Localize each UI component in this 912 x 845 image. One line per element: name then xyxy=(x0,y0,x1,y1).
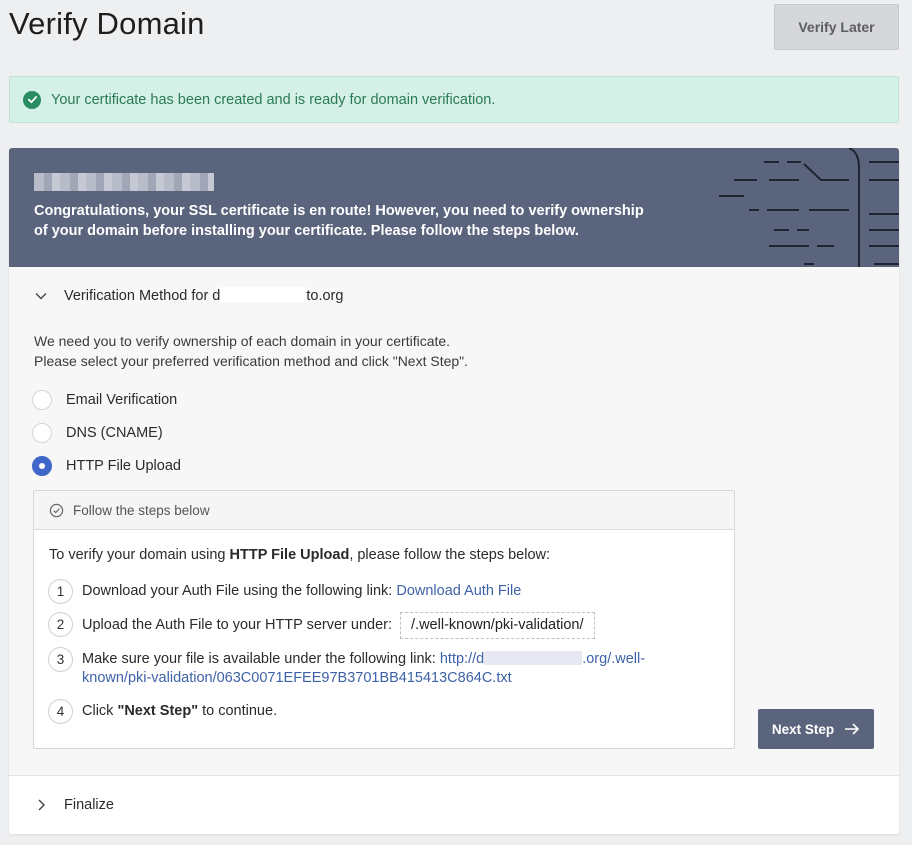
validation-url-suffix: .org/.well- xyxy=(582,651,646,667)
radio-label: DNS (CNAME) xyxy=(66,425,163,441)
alert-message: Your certificate has been created and is… xyxy=(51,91,496,108)
step-number: 3 xyxy=(48,647,73,672)
redacted-domain-text xyxy=(220,287,307,302)
step-2-text: Upload the Auth File to your HTTP server… xyxy=(82,617,393,633)
step-number: 1 xyxy=(48,579,73,604)
step-text: Download your Auth File using the follow… xyxy=(82,579,521,601)
radio-button[interactable] xyxy=(32,390,52,410)
steps-header-label: Follow the steps below xyxy=(73,502,210,518)
intro-line-2: Please select your preferred verificatio… xyxy=(34,353,469,369)
page-title: Verify Domain xyxy=(9,6,205,41)
download-auth-file-link[interactable]: Download Auth File xyxy=(396,583,521,599)
step-3-text: Make sure your file is available under t… xyxy=(82,651,440,667)
radio-http-file-upload[interactable]: HTTP File Upload xyxy=(32,456,181,476)
step-4-bold: "Next Step" xyxy=(117,703,199,719)
verification-accordion-header[interactable]: Verification Method for d to.org xyxy=(34,287,343,304)
step-text: Upload the Auth File to your HTTP server… xyxy=(82,612,595,639)
check-circle-icon xyxy=(23,90,41,109)
steps-header: Follow the steps below xyxy=(34,491,734,530)
step-1: 1 Download your Auth File using the foll… xyxy=(48,579,521,604)
step-4: 4 Click "Next Step" to continue. xyxy=(48,699,277,724)
step-number: 2 xyxy=(48,612,73,637)
steps-intro-prefix: To verify your domain using xyxy=(49,547,230,563)
validation-url-path: known/pki-validation/063C0071EFEE97B3701… xyxy=(82,670,512,686)
step-4-suffix: to continue. xyxy=(198,703,278,719)
steps-intro-bold: HTTP File Upload xyxy=(229,547,350,563)
radio-label: Email Verification xyxy=(66,392,178,408)
banner-text: Congratulations, your SSL certificate is… xyxy=(34,203,644,239)
banner: Congratulations, your SSL certificate is… xyxy=(9,148,899,267)
chevron-right-icon xyxy=(38,799,45,811)
finalize-accordion-header[interactable]: Finalize xyxy=(9,775,899,834)
step-2: 2 Upload the Auth File to your HTTP serv… xyxy=(48,612,595,639)
validation-url-prefix: http://d xyxy=(439,651,485,667)
validation-path[interactable]: /.well-known/pki-validation/ xyxy=(400,612,595,639)
radio-button[interactable] xyxy=(32,423,52,443)
success-alert: Your certificate has been created and is… xyxy=(9,76,899,123)
radio-button-checked[interactable] xyxy=(32,456,52,476)
finalize-label: Finalize xyxy=(64,797,114,813)
steps-box: Follow the steps below To verify your do… xyxy=(33,490,735,749)
verification-card: Congratulations, your SSL certificate is… xyxy=(9,148,899,834)
verification-title: Verification Method for d to.org xyxy=(64,287,343,304)
next-step-label: Next Step xyxy=(771,721,835,737)
step-1-text: Download your Auth File using the follow… xyxy=(82,583,397,599)
next-step-button[interactable]: Next Step xyxy=(758,709,874,749)
verify-later-button[interactable]: Verify Later xyxy=(774,4,899,50)
check-circle-outline-icon xyxy=(49,503,64,517)
redacted-domain-text xyxy=(484,651,583,665)
verification-title-prefix: Verification Method for d xyxy=(64,288,221,304)
banner-decoration-graphic xyxy=(719,148,899,267)
intro-line-1: We need you to verify ownership of each … xyxy=(34,333,451,349)
step-4-prefix: Click xyxy=(82,703,118,719)
steps-intro-suffix: , please follow the steps below: xyxy=(349,547,551,563)
verification-title-suffix: to.org xyxy=(306,288,344,304)
radio-dns-cname[interactable]: DNS (CNAME) xyxy=(32,423,163,443)
radio-email-verification[interactable]: Email Verification xyxy=(32,390,177,410)
step-3: 3 Make sure your file is available under… xyxy=(48,647,682,688)
radio-label: HTTP File Upload xyxy=(66,458,181,474)
step-number: 4 xyxy=(48,699,73,724)
chevron-down-icon xyxy=(35,292,47,299)
arrow-right-icon xyxy=(845,723,860,735)
verification-intro: We need you to verify ownership of each … xyxy=(34,331,468,371)
steps-intro: To verify your domain using HTTP File Up… xyxy=(49,547,550,563)
redacted-domain xyxy=(34,173,214,191)
step-text: Make sure your file is available under t… xyxy=(82,647,682,688)
step-text: Click "Next Step" to continue. xyxy=(82,699,277,721)
